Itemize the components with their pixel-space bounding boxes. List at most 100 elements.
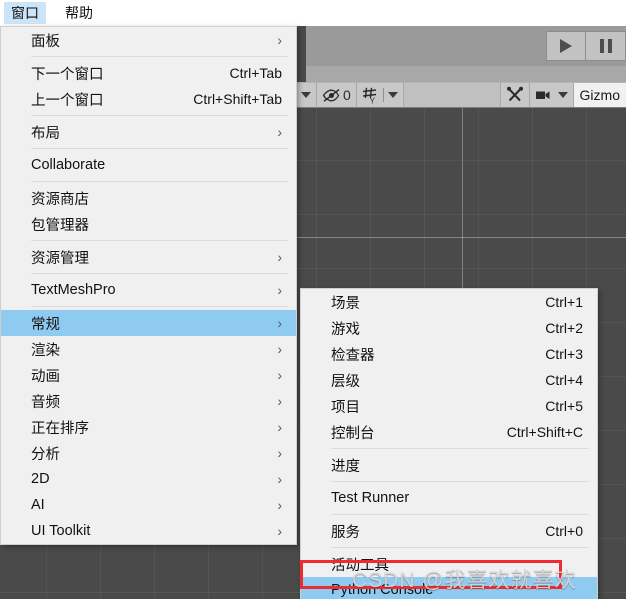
window-menu-item[interactable]: 面板 › xyxy=(1,27,296,53)
chevron-right-icon: › xyxy=(277,393,282,409)
menu-item-label: 层级 xyxy=(331,373,360,390)
menubar-item-window[interactable]: 窗口 xyxy=(4,2,46,24)
menu-separator xyxy=(331,448,589,449)
menu-separator xyxy=(31,56,288,57)
tab-overflow-button[interactable] xyxy=(296,83,317,107)
window-menu-item[interactable]: 2D › xyxy=(1,466,296,492)
menu-item-shortcut: Ctrl+5 xyxy=(545,398,583,414)
pause-icon xyxy=(599,39,612,53)
window-menu-item[interactable]: 上一个窗口 Ctrl+Shift+Tab xyxy=(1,86,296,112)
menu-item-label: 正在排序 xyxy=(31,420,89,437)
general-submenu-item[interactable]: 进度 xyxy=(301,452,597,478)
gizmos-dropdown[interactable]: Gizmo xyxy=(573,83,626,107)
chevron-right-icon: › xyxy=(277,249,282,265)
menu-item-label: 上一个窗口 xyxy=(31,92,104,109)
menu-item-shortcut: Ctrl+3 xyxy=(545,346,583,362)
window-menu-item[interactable]: AI › xyxy=(1,492,296,518)
window-menu-item[interactable]: TextMeshPro › xyxy=(1,277,296,303)
window-menu-item[interactable]: 资源商店 xyxy=(1,185,296,211)
window-menu-item[interactable]: 下一个窗口 Ctrl+Tab xyxy=(1,60,296,86)
window-menu-item[interactable]: 包管理器 xyxy=(1,211,296,237)
general-submenu-item[interactable]: Test Runner xyxy=(301,485,597,511)
editor-toolbar xyxy=(306,26,626,66)
camera-settings-button[interactable] xyxy=(529,83,574,107)
menu-item-label: TextMeshPro xyxy=(31,282,116,298)
window-menu-item[interactable]: 渲染 › xyxy=(1,336,296,362)
chevron-right-icon: › xyxy=(277,341,282,357)
menu-item-label: 动画 xyxy=(31,368,60,385)
chevron-right-icon: › xyxy=(277,445,282,461)
chevron-right-icon: › xyxy=(277,315,282,331)
window-menu-item[interactable]: 动画 › xyxy=(1,362,296,388)
menu-item-shortcut: Ctrl+Tab xyxy=(229,65,282,81)
menubar-item-help[interactable]: 帮助 xyxy=(58,2,100,24)
menu-item-shortcut: Ctrl+Shift+C xyxy=(506,424,583,440)
camera-icon xyxy=(535,91,550,99)
window-menu-item[interactable]: 音频 › xyxy=(1,388,296,414)
menu-separator xyxy=(31,115,288,116)
menu-item-label: Test Runner xyxy=(331,490,410,506)
window-menu-item[interactable]: Collaborate xyxy=(1,152,296,178)
grid-snapping-button[interactable]: Y xyxy=(356,83,404,107)
tools-icon xyxy=(506,86,523,102)
general-submenu-item[interactable]: 场景 Ctrl+1 xyxy=(301,289,597,315)
window-dropdown-menu: 面板 › 下一个窗口 Ctrl+Tab 上一个窗口 Ctrl+Shift+Tab 布局 › Co… xyxy=(0,26,297,545)
scene-tools-button[interactable] xyxy=(500,83,530,107)
menu-item-shortcut: Ctrl+2 xyxy=(545,320,583,336)
play-button[interactable] xyxy=(546,31,586,61)
menu-item-label: 音频 xyxy=(31,394,60,411)
menu-separator xyxy=(31,273,288,274)
chevron-right-icon: › xyxy=(277,367,282,383)
general-submenu: 场景 Ctrl+1 游戏 Ctrl+2 检查器 Ctrl+3 层级 Ctrl+4 项目 Ctrl+… xyxy=(300,288,598,599)
menu-separator xyxy=(331,481,589,482)
menu-separator xyxy=(31,181,288,182)
window-menu-item[interactable]: 分析 › xyxy=(1,440,296,466)
menu-item-label: 布局 xyxy=(31,125,60,142)
menu-item-label: 游戏 xyxy=(331,321,360,338)
menu-separator xyxy=(31,240,288,241)
menu-item-label: 场景 xyxy=(331,295,360,312)
chevron-right-icon: › xyxy=(277,124,282,140)
general-submenu-item[interactable]: 项目 Ctrl+5 xyxy=(301,393,597,419)
menu-separator xyxy=(31,148,288,149)
menu-item-shortcut: Ctrl+0 xyxy=(545,523,583,539)
menu-item-label: 2D xyxy=(31,471,50,487)
menu-item-label: 包管理器 xyxy=(31,217,89,234)
screenshot-root: 0 Y Gizmo 窗口 帮助 面板 › 下一个窗口 Ctrl+Tab 上一个窗… xyxy=(0,0,626,599)
window-menu-item[interactable]: 常规 › xyxy=(1,310,296,336)
menu-item-label: 渲染 xyxy=(31,342,60,359)
chevron-right-icon: › xyxy=(277,282,282,298)
menu-item-label: 项目 xyxy=(331,399,360,416)
scene-view-toolbar: 0 Y Gizmo xyxy=(296,82,626,108)
menu-item-label: 分析 xyxy=(31,446,60,463)
chevron-right-icon: › xyxy=(277,32,282,48)
playmode-controls xyxy=(546,31,626,61)
menu-separator xyxy=(31,306,288,307)
menu-item-label: 面板 xyxy=(31,33,60,50)
general-submenu-item[interactable]: 服务 Ctrl+0 xyxy=(301,518,597,544)
menu-item-label: 资源商店 xyxy=(31,191,89,208)
pause-button[interactable] xyxy=(586,31,626,61)
menu-item-label: 资源管理 xyxy=(31,250,89,267)
grid-icon: Y xyxy=(362,87,376,104)
general-submenu-item[interactable]: 层级 Ctrl+4 xyxy=(301,367,597,393)
play-icon xyxy=(560,39,572,53)
general-submenu-item[interactable]: 游戏 Ctrl+2 xyxy=(301,315,597,341)
window-menu-item[interactable]: 资源管理 › xyxy=(1,244,296,270)
chevron-right-icon: › xyxy=(277,497,282,513)
svg-text:Y: Y xyxy=(369,96,375,104)
general-submenu-item[interactable]: 控制台 Ctrl+Shift+C xyxy=(301,419,597,445)
menu-item-label: 控制台 xyxy=(331,425,375,442)
toolbar-filler-strip xyxy=(306,66,626,82)
scene-visibility-toggle[interactable]: 0 xyxy=(317,83,357,107)
chevron-right-icon: › xyxy=(277,523,282,539)
menu-item-shortcut: Ctrl+4 xyxy=(545,372,583,388)
window-menu-item[interactable]: 布局 › xyxy=(1,119,296,145)
window-menu-item[interactable]: UI Toolkit › xyxy=(1,518,296,544)
general-submenu-item[interactable]: 检查器 Ctrl+3 xyxy=(301,341,597,367)
window-menu-item[interactable]: 正在排序 › xyxy=(1,414,296,440)
hidden-object-count: 0 xyxy=(343,87,351,103)
menu-item-label: 下一个窗口 xyxy=(31,66,104,83)
menu-item-label: Collaborate xyxy=(31,157,106,173)
chevron-right-icon: › xyxy=(277,419,282,435)
